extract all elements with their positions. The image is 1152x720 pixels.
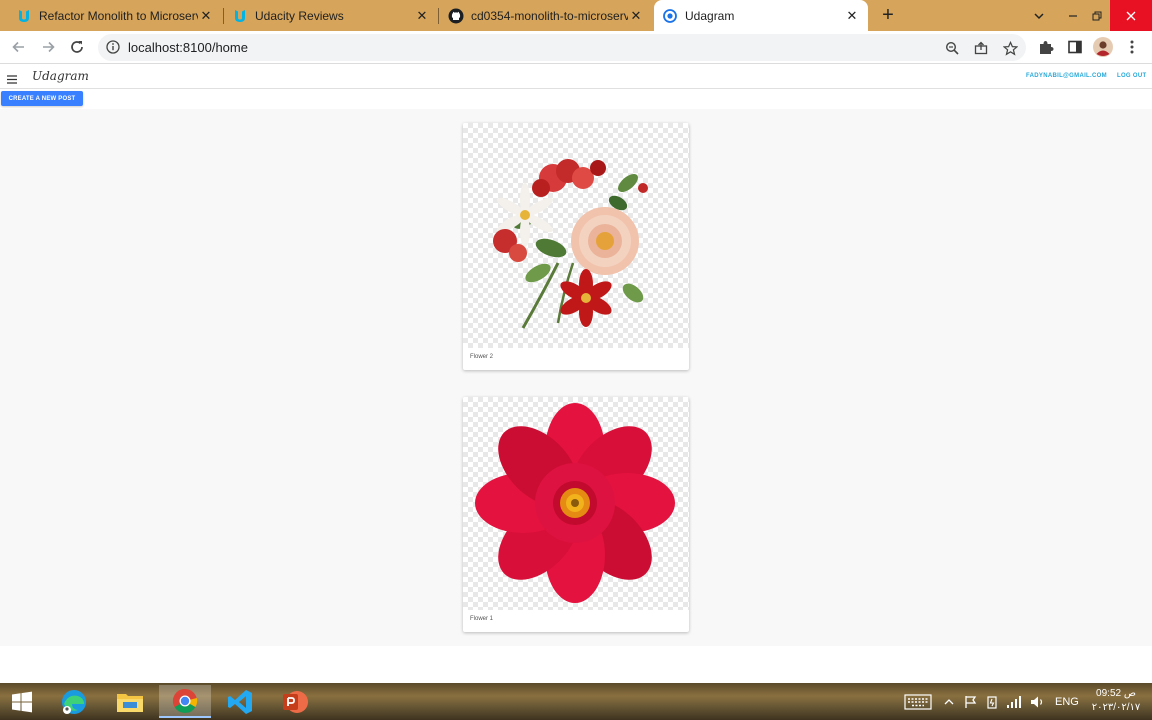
profile-avatar[interactable] [1093, 37, 1113, 57]
system-clock[interactable]: 09:52 ص ٢٠٢٣/٠٢/١٧ [1086, 687, 1146, 715]
tab-title: Udagram [685, 8, 735, 23]
minimize-window-button[interactable] [1060, 0, 1086, 31]
tab-refactor-monolith[interactable]: Refactor Monolith to Microservic ✕ [8, 0, 222, 31]
battery-plug-icon[interactable] [985, 683, 999, 720]
tab-search-chevron-icon[interactable] [1026, 0, 1052, 31]
clock-ampm: ص [1123, 688, 1136, 699]
side-panel-icon[interactable] [1065, 37, 1085, 57]
chrome-loading-icon [662, 8, 678, 24]
touch-keyboard-icon[interactable] [904, 683, 932, 720]
close-tab-icon[interactable]: ✕ [628, 8, 644, 24]
powerpoint-icon[interactable] [269, 685, 321, 718]
logout-link[interactable]: LOG OUT [1117, 73, 1146, 79]
tab-title: Udacity Reviews [255, 8, 344, 23]
show-hidden-icons-chevron[interactable] [944, 683, 954, 720]
restore-window-button[interactable] [1086, 0, 1108, 31]
new-tab-button[interactable]: + [876, 4, 900, 26]
app-brand-title: Udagram [32, 69, 89, 83]
red-flower-image [463, 397, 689, 610]
post-caption: Flower 1 [470, 616, 494, 622]
reload-button[interactable] [66, 36, 88, 58]
tab-github-repo[interactable]: cd0354-monolith-to-microservic ✕ [440, 0, 652, 31]
forward-button[interactable] [37, 36, 59, 58]
close-window-button[interactable] [1110, 0, 1152, 31]
browser-tab-strip: Refactor Monolith to Microservic ✕ Udaci… [0, 0, 1152, 31]
github-icon [448, 8, 464, 24]
back-button[interactable] [8, 36, 30, 58]
tab-separator [438, 8, 439, 24]
clock-time: 09:52 [1096, 688, 1122, 699]
bouquet-image [463, 123, 689, 348]
network-signal-icon[interactable] [1006, 683, 1022, 720]
zoom-icon[interactable] [943, 39, 961, 57]
close-tab-icon[interactable]: ✕ [414, 8, 430, 24]
vscode-icon[interactable] [214, 685, 266, 718]
input-language-indicator[interactable]: ENG [1055, 683, 1079, 720]
url-text: localhost:8100/home [128, 40, 248, 55]
tab-title: Refactor Monolith to Microservic [39, 8, 198, 23]
edge-icon[interactable] [48, 685, 100, 718]
create-new-post-button[interactable]: CREATE A NEW POST [1, 91, 83, 106]
chrome-icon[interactable] [159, 685, 211, 718]
udacity-icon [232, 8, 248, 24]
action-flag-icon[interactable] [964, 683, 978, 720]
tab-udagram[interactable]: Udagram ✕ [654, 0, 868, 31]
extensions-puzzle-icon[interactable] [1036, 37, 1056, 57]
hamburger-menu-icon[interactable] [7, 71, 19, 84]
windows-taskbar: ENG 09:52 ص ٢٠٢٣/٠٢/١٧ [0, 683, 1152, 720]
post-card: Flower 2 [463, 123, 689, 370]
browser-toolbar: localhost:8100/home [0, 31, 1152, 64]
volume-icon[interactable] [1030, 683, 1046, 720]
tab-title: cd0354-monolith-to-microservic [471, 8, 628, 23]
post-caption: Flower 2 [470, 354, 494, 360]
close-tab-icon[interactable]: ✕ [198, 8, 214, 24]
feed-content: Flower 2 Flower 1 [0, 109, 1152, 646]
user-email-link[interactable]: FADYNABIL@GMAIL.COM [1026, 73, 1107, 79]
address-bar[interactable]: localhost:8100/home [98, 34, 1026, 61]
clock-date: ٢٠٢٣/٠٢/١٧ [1091, 702, 1141, 713]
post-card: Flower 1 [463, 397, 689, 632]
windows-start-icon[interactable] [0, 685, 44, 718]
bookmark-star-icon[interactable] [1001, 39, 1019, 57]
chrome-menu-icon[interactable] [1122, 37, 1142, 57]
share-icon[interactable] [972, 39, 990, 57]
app-header: Udagram FADYNABIL@GMAIL.COM LOG OUT [0, 65, 1152, 89]
file-explorer-icon[interactable] [104, 685, 156, 718]
site-info-icon[interactable] [106, 40, 120, 59]
close-tab-icon[interactable]: ✕ [844, 8, 860, 24]
udacity-icon [16, 8, 32, 24]
tab-udacity-reviews[interactable]: Udacity Reviews ✕ [224, 0, 438, 31]
